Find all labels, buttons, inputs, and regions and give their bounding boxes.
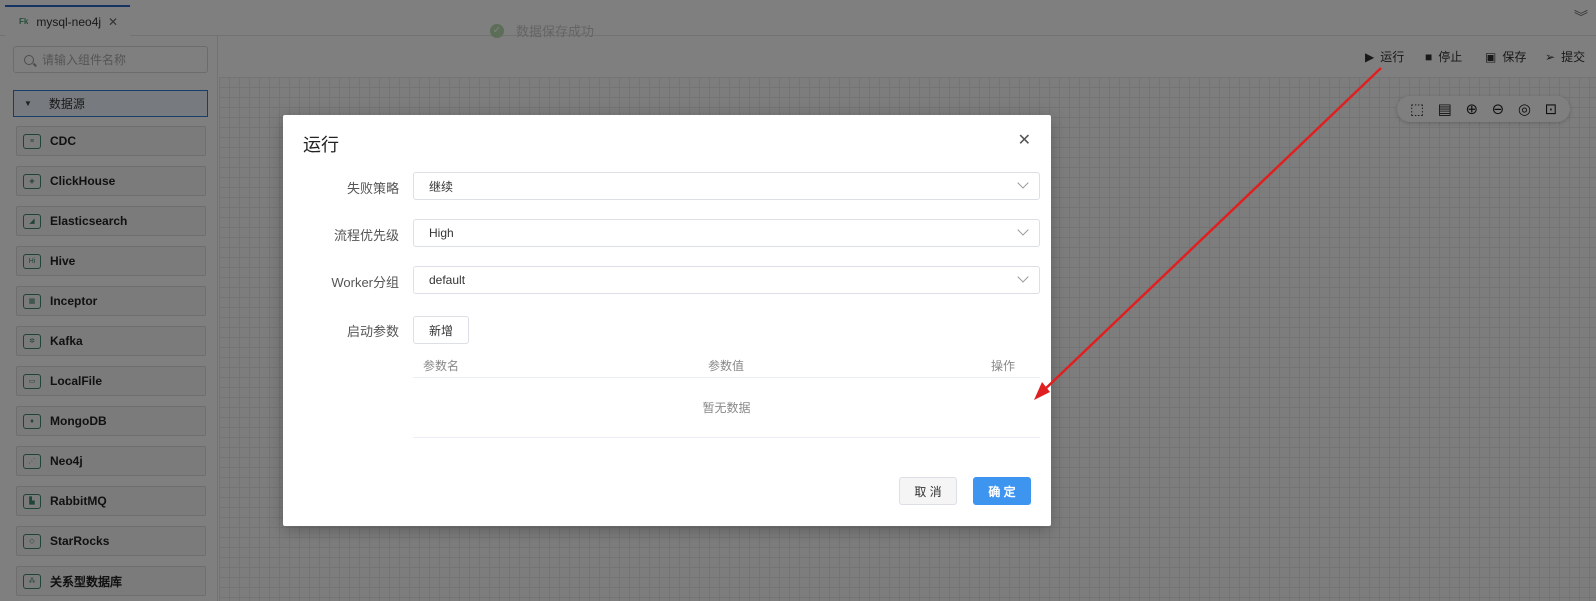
cancel-button[interactable]: 取 消 <box>899 477 957 505</box>
confirm-button[interactable]: 确 定 <box>973 477 1031 505</box>
close-icon[interactable]: ✕ <box>1018 130 1031 150</box>
col-param-name: 参数名 <box>423 359 460 373</box>
chevron-down-icon <box>1017 177 1029 189</box>
worker-group-label: Worker分组 <box>331 275 399 290</box>
col-param-value: 参数值 <box>708 359 745 373</box>
priority-select[interactable]: High <box>413 219 1040 247</box>
failure-strategy-label: 失败策略 <box>346 181 399 196</box>
startup-params-label: 启动参数 <box>346 324 399 339</box>
table-empty: 暂无数据 <box>413 378 1040 438</box>
chevron-down-icon <box>1017 271 1029 283</box>
add-param-button[interactable]: 新增 <box>413 316 469 344</box>
worker-group-select[interactable]: default <box>413 266 1040 294</box>
priority-label: 流程优先级 <box>333 228 399 243</box>
dialog-title: 运行 <box>303 135 339 155</box>
run-dialog: 运行 ✕ 失败策略 继续 流程优先级 High Worker分组 default… <box>283 115 1051 526</box>
chevron-down-icon <box>1017 224 1029 236</box>
table-header: 参数名 参数值 操作 <box>413 352 1040 378</box>
worker-group-value: default <box>429 273 466 287</box>
params-table: 参数名 参数值 操作 暂无数据 <box>413 352 1040 438</box>
failure-strategy-select[interactable]: 继续 <box>413 172 1040 200</box>
failure-strategy-value: 继续 <box>429 179 454 194</box>
priority-value: High <box>429 226 454 240</box>
col-action: 操作 <box>991 359 1016 373</box>
